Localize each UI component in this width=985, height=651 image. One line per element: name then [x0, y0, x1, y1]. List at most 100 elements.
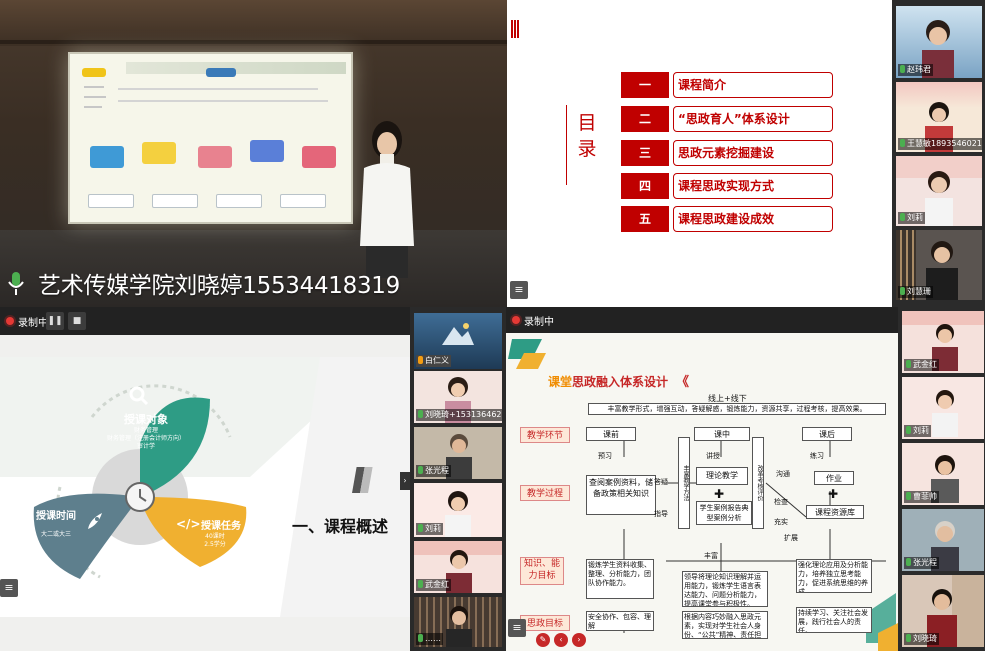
mic-icon — [900, 213, 905, 221]
recording-dot-icon — [512, 316, 520, 324]
avatar — [932, 390, 958, 437]
participant-name: 武金红 — [904, 359, 939, 371]
toc-number: 一 — [621, 72, 669, 98]
participant-tile[interactable]: 白仁义 — [414, 313, 502, 369]
recording-bar: 录制中 — [506, 307, 898, 333]
communicate-tag: 沟通 — [776, 470, 790, 478]
stop-button[interactable]: ■ — [68, 312, 86, 330]
participant-tile[interactable]: 武金红 — [902, 311, 984, 373]
avatar — [925, 171, 953, 226]
participant-tile[interactable]: 张光程 — [902, 509, 984, 571]
toc-heading: 目录 — [577, 112, 597, 160]
slide-course-overview-pane[interactable]: 录制中 ❚❚ ■ 授课对象 财务管理 财务管理（注册会计师方向） 审计学 授课时… — [0, 307, 410, 651]
toc-item-3: 三 思政元素挖掘建设 — [621, 140, 833, 166]
prev-slide-icon[interactable]: ‹ — [554, 633, 568, 647]
side-label-teaching-process: 教学过程 — [520, 485, 570, 501]
participant-name: 刘慧珊 — [898, 286, 933, 298]
mic-icon — [900, 65, 905, 73]
toc-label: 课程思政实现方式 — [673, 173, 833, 199]
ceiling-beam — [0, 0, 507, 46]
preview-label: 预习 — [598, 452, 612, 460]
plus-icon: ✚ — [828, 487, 839, 501]
toc-label: 思政元素挖掘建设 — [673, 140, 833, 166]
corner-decoration — [511, 20, 521, 38]
side-label-knowledge-goal: 知识、能力目标 — [520, 557, 564, 585]
mic-icon — [900, 287, 905, 295]
presenter — [360, 121, 414, 278]
menu-icon[interactable]: ≡ — [508, 619, 526, 637]
participant-tile[interactable]: 刘莉 — [896, 156, 982, 226]
mic-icon — [900, 139, 905, 147]
answer-tag: 答疑 — [654, 478, 668, 486]
slide-system-design-pane[interactable]: 录制中 课堂思政融入体系设计 《 线上+线下 丰富教学形式，增强互动，答疑解惑，… — [506, 307, 898, 651]
mic-icon — [906, 634, 911, 642]
user-icon — [418, 356, 423, 364]
microphone-icon — [8, 272, 24, 295]
guide-tag: 指导 — [654, 510, 668, 518]
pen-tool-icon[interactable]: ✎ — [536, 633, 550, 647]
toc-number: 四 — [621, 173, 669, 199]
teach-label: 讲授 — [706, 452, 720, 460]
toc-label: 课程思政建设成效 — [673, 206, 833, 232]
diagram-title: 课堂思政融入体系设计 — [548, 375, 669, 389]
ideology-goal-1: 安全协作、包容、理解 — [586, 611, 654, 631]
divider — [566, 105, 567, 185]
participant-tile[interactable]: 刘晓琦+15313646290 — [414, 371, 502, 423]
expand-tag: 扩展 — [784, 534, 798, 542]
participant-name: 赵玮君 — [898, 64, 933, 76]
mic-icon — [418, 580, 423, 588]
toc-item-5: 五 课程思政建设成效 — [621, 206, 833, 232]
projected-slide — [68, 52, 353, 224]
participant-name: 刘莉 — [416, 523, 443, 535]
toc-number: 二 — [621, 106, 669, 132]
mic-icon — [418, 410, 423, 418]
menu-icon[interactable]: ≡ — [0, 579, 18, 597]
task-title: 授课任务 — [201, 521, 241, 532]
participant-strip-bottom: 武金红 刘莉 曹菲帅 张光程 刘晓琦 — [898, 307, 985, 651]
next-slide-icon[interactable]: › — [572, 633, 586, 647]
reform-evaluation-box: 改革考核评价 — [752, 437, 764, 529]
slide-background-shapes — [0, 357, 410, 617]
participant-name: 武金红 — [416, 579, 451, 591]
recording-status: 录制中 — [524, 317, 554, 328]
participant-tile[interactable]: 赵玮君 — [896, 6, 982, 78]
task-body: 40课时 2.5学分 — [204, 533, 226, 548]
participant-tile[interactable]: 张光程 — [414, 427, 502, 479]
toc-label: 课程简介 — [673, 72, 833, 98]
participant-strip-middle: 白仁义 刘晓琦+15313646290 张光程 刘莉 武金红 …… — [410, 307, 506, 651]
participant-tile[interactable]: 刘莉 — [414, 483, 502, 537]
participant-tile[interactable]: 曹菲帅 — [902, 443, 984, 505]
camera-feed-pane[interactable]: 艺术传媒学院刘晓婷15534418319 — [0, 0, 507, 307]
rich-methods-box: 丰富教学方法 — [678, 437, 690, 529]
chevron-right-icon[interactable]: › — [400, 472, 410, 490]
participant-tile[interactable]: …… — [414, 597, 502, 647]
plus-icon: ✚ — [714, 487, 725, 501]
side-label-ideology-goal: 思政目标 — [520, 615, 570, 631]
slide-table-of-contents-pane[interactable]: 目录 一 课程简介 二 “思政育人”体系设计 三 思政元素挖掘建设 四 课程思政… — [507, 0, 892, 307]
participant-tile[interactable]: 王慧敏18935460214 — [896, 82, 982, 152]
recording-bar: 录制中 ❚❚ ■ — [0, 307, 410, 335]
pause-button[interactable]: ❚❚ — [46, 312, 64, 330]
menu-icon[interactable]: ≡ — [510, 281, 528, 299]
toc-number: 三 — [621, 140, 669, 166]
toc-label: “思政育人”体系设计 — [673, 106, 833, 132]
participant-name: 张光程 — [904, 557, 939, 569]
case-report-box: 学生案例报告典型案例分析 — [696, 501, 752, 525]
mic-icon — [418, 524, 423, 532]
speaker-caption: 艺术传媒学院刘晓婷15534418319 — [38, 273, 400, 299]
participant-tile[interactable]: 刘莉 — [902, 377, 984, 439]
participant-name: 刘晓琦+15313646290 — [416, 409, 502, 421]
recording-dot-icon — [6, 317, 14, 325]
slide-title-bar — [126, 62, 346, 74]
knowledge-goal-3: 强化理论应用及分析能力，培养独立思考能力，促进系统思维的养成。 — [796, 559, 872, 593]
avatar — [446, 606, 472, 647]
participant-tile[interactable]: 刘晓琦 — [902, 575, 984, 647]
mic-icon — [418, 466, 423, 474]
time-title: 授课时间 — [36, 511, 76, 522]
participant-name: 刘晓琦 — [904, 633, 939, 645]
participant-tile[interactable]: 刘慧珊 — [896, 230, 982, 300]
participant-tile[interactable]: 武金红 — [414, 541, 502, 593]
mic-icon — [906, 558, 911, 566]
toc-item-4: 四 课程思政实现方式 — [621, 173, 833, 199]
case-study-box: 查阅案例资料，储备政策相关知识 — [586, 475, 656, 515]
